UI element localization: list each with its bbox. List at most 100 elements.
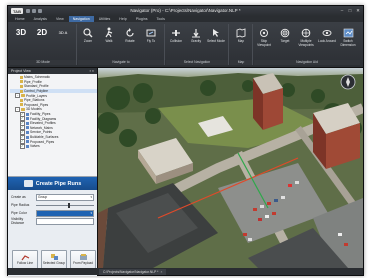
visibility-row: Visibility Distance [8,217,97,225]
follow-line-label: Follow Line [16,261,34,265]
tree-item-label: Proposed_Pipes [30,139,55,144]
pipe-radius-slider[interactable] [36,202,94,208]
target-button[interactable]: Target [275,26,295,44]
pipe-color-row: Pipe Color ▾ [8,209,97,217]
slider-track [36,204,94,206]
app-window: TAB Navigator (Pro) - C:\Projects\Naviga… [7,5,364,276]
chevron-down-icon: ▾ [90,194,92,199]
rotate-icon [120,26,140,39]
fly-to-icon [141,26,161,39]
selected-group-icon [42,252,66,261]
maximize-button[interactable]: □ [347,8,353,13]
fly-to-button[interactable]: Fly To [141,26,161,44]
tree-item-label: Elevated_Profiles [30,121,56,126]
group-label-navigation-aid: Navigation Aid [254,60,360,65]
create-as-row: Create as Group ▾ [8,193,97,201]
follow-line-icon [13,252,37,261]
visibility-label: Visibility Distance [11,217,25,225]
ribbon-group-select-navigation: Collision Gravity Select Mode Select Nav… [166,24,229,65]
target-icon [275,26,295,39]
project-panel-title: Project View [11,69,31,73]
tree-item-label: Standard_Profile [24,84,49,89]
tree-item[interactable]: Valves [10,143,97,149]
layer-icon [20,75,23,79]
walk-button[interactable]: Walk [99,26,119,44]
layer-icon [26,126,29,130]
skip-viewpoint-label: Skip Viewpoint [257,39,271,47]
pipe-radius-row: Pipe Radius [8,201,97,209]
switch-dimension-label: Switch Dimension [340,39,356,47]
selected-group-label: Selected Group [42,261,66,265]
target-label: Target [280,39,290,43]
create-as-select[interactable]: Group ▾ [36,193,94,201]
group-label-select-navigation: Select Navigation [166,60,228,65]
switch-dimension-icon [338,26,358,39]
multiple-viewpoints-button[interactable]: Multiple Viewpoints [296,26,316,48]
zoom-icon [78,26,98,39]
expand-toggle-icon[interactable]: − [15,93,20,99]
collision-button[interactable]: Collision [166,26,186,44]
mode-3da-button[interactable]: 3D A [53,26,73,39]
ribbon-group-3d-mode: 3D 2D 3D A 3D Mode [10,24,77,65]
pipe-icon [23,180,33,187]
mode-2d-button[interactable]: 2D [32,26,52,39]
fly-to-label: Fly To [146,39,156,43]
folder-icon [21,107,25,111]
gravity-button[interactable]: Gravity [186,26,206,44]
collision-icon [166,26,186,39]
walk-label: Walk [105,39,113,43]
skip-viewpoint-button[interactable]: Skip Viewpoint [254,26,274,48]
look-around-icon [317,26,337,39]
tree-item-label: Buildable_Surfaces [30,135,59,140]
visibility-input[interactable] [36,217,94,225]
mode-3d-button[interactable]: 3D [11,26,31,39]
map-label: Map [237,39,245,43]
rotate-button[interactable]: Rotate [120,26,140,44]
project-tree: Mains_Schematic Pipe_Profile Standard_Prof… [8,74,97,149]
ribbon-group-navigate: Zoom Walk Rotate Fly To Navigate to [78,24,165,65]
3d-viewport[interactable] [98,68,363,268]
ribbon: 3D 2D 3D A 3D Mode Zoom Walk Rotate Fly … [8,22,363,68]
close-window-button[interactable]: ✕ [355,8,361,13]
layer-icon [26,144,29,148]
zoom-button[interactable]: Zoom [78,26,98,44]
zoom-label: Zoom [83,39,93,43]
title-bar: TAB Navigator (Pro) - C:\Projects\Naviga… [8,6,363,16]
tree-item-label: Network_Mains [30,125,53,130]
tree-item-label: Control_Polyline [24,89,49,94]
slider-thumb[interactable] [67,202,70,208]
pipe-radius-label: Pipe Radius [11,203,30,207]
close-tab-icon[interactable]: × [160,269,162,275]
create-as-label: Create as [11,195,26,199]
walk-icon [99,26,119,39]
select-mode-label: Select Mode [207,39,225,43]
mode-3da-label: 3D A [58,30,68,35]
document-tab[interactable]: C:\Projects\Navigator\Navigator.NLP * × [99,268,167,275]
pipe-color-label: Pipe Color [11,211,27,215]
map-icon [231,26,251,39]
layer-icon [20,103,23,107]
layer-icon [20,84,23,88]
panel-pin-icon[interactable]: ▪ × [90,68,94,74]
tree-item-label: Mains_Schematic [24,75,51,80]
collision-label: Collision [169,39,183,43]
layer-icon [20,80,23,84]
select-mode-button[interactable]: Select Mode [206,26,226,44]
pipe-color-select[interactable]: ▾ [36,209,94,217]
map-button[interactable]: Map [231,26,251,44]
minimize-button[interactable]: – [339,8,345,13]
rotate-label: Rotate [125,39,135,43]
folder-icon [21,94,25,98]
group-label-navigate: Navigate to [78,60,164,65]
from-payload-icon [71,252,95,261]
from-payload-label: From Payload [73,261,93,265]
layer-checkbox[interactable] [20,143,25,149]
multiple-viewpoints-label: Multiple Viewpoints [298,39,314,47]
multiple-viewpoints-icon [296,26,316,39]
look-around-button[interactable]: Look Around [317,26,337,44]
create-as-value: Group [38,194,48,199]
layer-icon [26,112,29,116]
tree-item-label: Proposed_Pipes [24,102,49,107]
window-controls: – □ ✕ [339,8,361,13]
switch-dimension-button[interactable]: Switch Dimension [338,26,358,48]
